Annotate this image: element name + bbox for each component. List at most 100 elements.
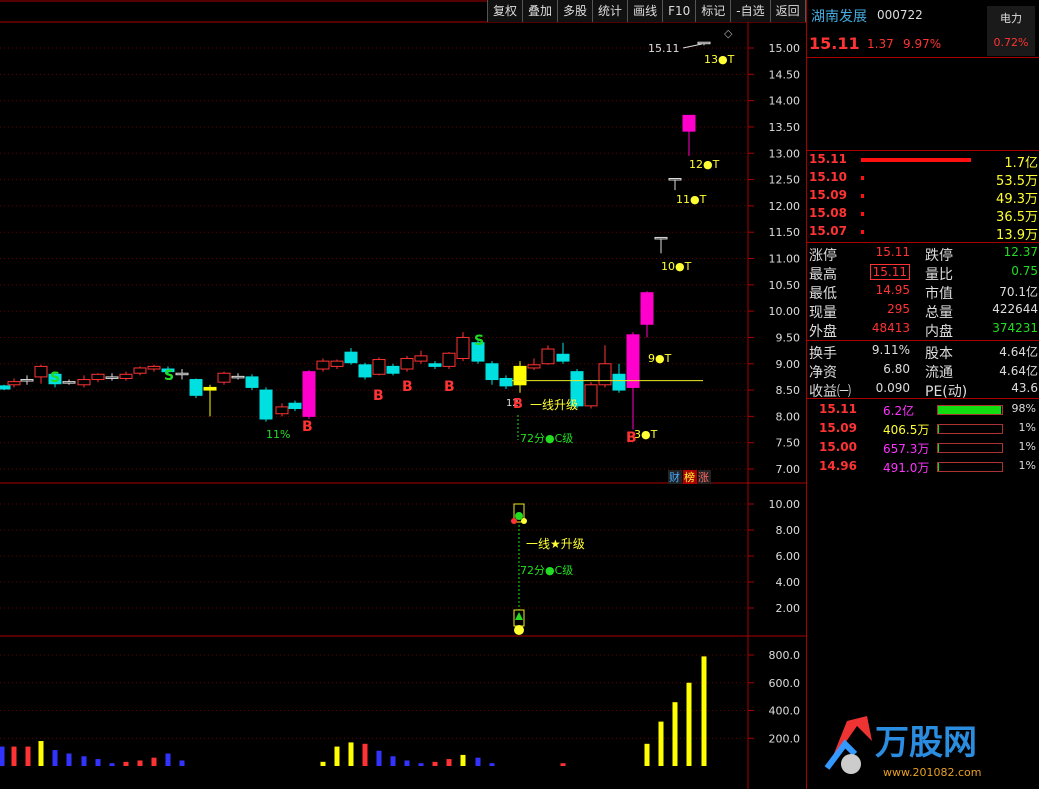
stat-value: 43.6 (1011, 381, 1038, 395)
volume-bar (165, 753, 171, 766)
dist-bar-fill (938, 444, 939, 452)
volume-bar (672, 702, 678, 766)
indicator-axis-label: 4.00 (776, 576, 801, 589)
volume-axis-label: 200.0 (769, 732, 801, 745)
orderbook-row: 15.07 13.9万 (807, 224, 1039, 243)
candle-body (147, 365, 161, 370)
t-signal-label: 3●T (634, 428, 658, 441)
stat-value: 6.80 (883, 362, 910, 376)
grade-label: 72分●C级 (520, 432, 573, 445)
candle-body (20, 379, 34, 382)
orderbook-row: 15.10 53.5万 (807, 170, 1039, 189)
candle-body (697, 41, 711, 45)
volume-bar (404, 760, 410, 766)
volume-bar (81, 756, 87, 766)
stat-row: 外盘 48413 内盘 374231 (807, 321, 1039, 340)
indicator-panel: 一线★升级 72分●C级 (511, 503, 585, 635)
dist-pct: 1% (1018, 459, 1036, 472)
stat-label: 最低 (809, 286, 837, 302)
svg-text:www.201082.com: www.201082.com (883, 766, 981, 779)
candlesticks (0, 41, 711, 430)
price-axis-label: 14.50 (769, 68, 801, 81)
volume-bar (38, 741, 44, 766)
back-button[interactable]: 返回 (770, 0, 806, 22)
stat-label: 股本 (925, 346, 953, 362)
candle-body (231, 375, 245, 379)
candle-body (330, 360, 344, 367)
kline-chart[interactable]: 15.11 ◇ 13●T 12●T 11●T 10●T 9●T 3●T S S S B B B B B 11% 1… (0, 0, 806, 789)
statistics-button[interactable]: 统计 (593, 0, 629, 22)
site-logo: 万股网 www.201082.com (824, 716, 981, 779)
quote-panel: 湖南发展 000722 15.11 1.37 9.97% 电力 0.72% 15… (806, 0, 1039, 789)
stat-label: 总量 (925, 305, 953, 321)
overlay-button[interactable]: 叠加 (523, 0, 559, 22)
restore-rights-button[interactable]: 复权 (488, 0, 524, 22)
volume-panel (0, 656, 707, 766)
stat-value: 12.37 (1003, 245, 1038, 259)
grade-label: 72分●C级 (520, 564, 573, 577)
volume-bar (52, 750, 58, 766)
orderbook-volume: 13.9万 (996, 228, 1038, 243)
price-axis-label: 12.50 (769, 174, 801, 187)
volume-bar (137, 760, 143, 766)
candle-body (612, 373, 626, 391)
watchlist-button[interactable]: -自选 (731, 0, 771, 22)
candle-body (133, 367, 147, 374)
stat-row: 换手 9.11% 股本 4.64亿 (807, 343, 1039, 362)
stat-value: 15.11 (875, 245, 910, 259)
candle-body (485, 363, 499, 381)
dist-amount: 406.5万 (883, 423, 930, 437)
stat-label: 市值 (925, 286, 953, 302)
orderbook-bar (861, 212, 864, 216)
orderbook-price: 15.08 (809, 206, 847, 220)
candle-body (386, 365, 400, 374)
sell-signal: S (164, 368, 174, 384)
candle-body (259, 389, 273, 420)
dist-pct: 1% (1018, 421, 1036, 434)
orderbook-volume: 53.5万 (996, 174, 1038, 189)
buy-signal: B (402, 379, 413, 395)
dist-row: 15.00 657.3万 1% (807, 440, 1039, 458)
volume-bar (362, 743, 368, 766)
stat-row: 涨停 15.11 跌停 12.37 (807, 245, 1039, 264)
candle-body (105, 376, 119, 379)
price-axis-label: 9.00 (776, 358, 801, 371)
dist-price: 15.00 (819, 440, 857, 454)
t-signal-label: 10●T (661, 260, 692, 273)
orderbook-price: 15.09 (809, 188, 847, 202)
orderbook-volume: 49.3万 (996, 192, 1038, 207)
candle-body (556, 353, 570, 362)
volume-bar (446, 759, 452, 766)
multi-stock-button[interactable]: 多股 (558, 0, 594, 22)
candle-body (275, 406, 289, 415)
t-signal-label: 11●T (676, 193, 707, 206)
volume-bar (418, 763, 424, 766)
stat-row: 收益㈠ 0.090 PE(动) 43.6 (807, 381, 1039, 400)
f10-button[interactable]: F10 (663, 0, 697, 22)
indicator-axis-label: 6.00 (776, 550, 801, 563)
dist-price: 15.11 (819, 402, 857, 416)
volume-bar (151, 757, 157, 766)
candle-body (189, 379, 203, 396)
mark-button[interactable]: 标记 (696, 0, 732, 22)
sector-box[interactable]: 电力 0.72% (987, 6, 1035, 56)
candle-body (428, 363, 442, 367)
stat-value: 14.95 (875, 283, 910, 297)
price-axis-label: 8.50 (776, 384, 801, 397)
candle-body (77, 379, 91, 386)
candle-body (91, 373, 105, 381)
candle-body (62, 381, 76, 384)
volume-bar (432, 761, 438, 766)
stat-label: 净资 (809, 365, 837, 381)
candle-body (499, 377, 513, 387)
indicator-arrow (515, 612, 523, 620)
indicator-dot (515, 512, 523, 520)
chart-toolbar: 复权 叠加 多股 统计 画线 F10 标记 -自选 返回 (487, 0, 806, 22)
stat-row: 最低 14.95 市值 70.1亿 (807, 283, 1039, 302)
svg-text:万股网: 万股网 (875, 723, 977, 763)
candle-body (584, 384, 598, 407)
draw-line-button[interactable]: 画线 (628, 0, 664, 22)
dist-bar (937, 405, 1003, 415)
dist-row: 15.09 406.5万 1% (807, 421, 1039, 439)
orderbook-row: 15.09 49.3万 (807, 188, 1039, 207)
